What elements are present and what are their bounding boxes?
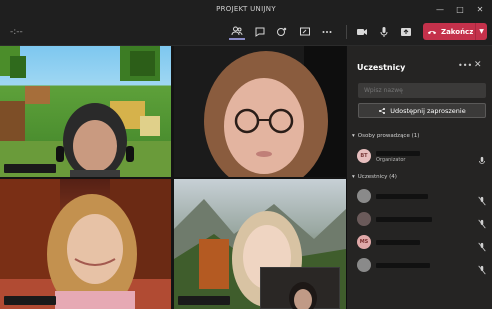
self-view-feed (289, 282, 317, 309)
video-tile-1[interactable] (0, 46, 171, 177)
minimize-icon[interactable]: — (430, 0, 450, 18)
share-tray-icon[interactable] (297, 24, 313, 40)
title-bar: PROJEKT UNIJNY — □ ✕ (0, 0, 492, 18)
participant-role: Organizator (376, 157, 406, 163)
participant-name-tag (4, 296, 56, 305)
people-icon[interactable] (229, 24, 245, 40)
hangup-icon (423, 27, 441, 37)
self-view-preview[interactable] (260, 267, 340, 309)
avatar: MS (357, 235, 371, 249)
panel-title: Uczestnicy (357, 63, 406, 72)
redacted-name (376, 194, 428, 199)
participant-row[interactable] (357, 258, 487, 275)
redacted-name (376, 240, 420, 245)
share-icon (379, 107, 386, 114)
participant-row[interactable] (357, 212, 487, 229)
attendees-section-label: Uczestnicy (4) (357, 174, 397, 180)
chevron-down-icon[interactable]: ▼ (475, 23, 487, 40)
camera-icon[interactable] (354, 24, 370, 40)
video-grid (0, 46, 346, 309)
video-feed-3 (0, 179, 171, 309)
redacted-name (376, 263, 430, 268)
share-invite-label: Udostępnij zaproszenie (390, 106, 466, 115)
organizers-section-label: Osoby prowadzące (1) (357, 133, 420, 139)
share-screen-icon[interactable] (398, 24, 414, 40)
close-window-icon[interactable]: ✕ (470, 0, 490, 18)
leave-button[interactable]: Zakończ ▼ (423, 23, 487, 40)
participant-name-tag (178, 296, 230, 305)
redacted-name (376, 151, 420, 156)
video-feed-1 (0, 46, 171, 177)
more-options-icon[interactable]: ••• (458, 61, 472, 70)
mic-muted-icon (477, 237, 487, 252)
avatar (357, 258, 371, 272)
redacted-name (376, 217, 432, 222)
attendees-section-header[interactable]: ▾ Uczestnicy (4) (352, 174, 397, 180)
mic-muted-icon (477, 191, 487, 206)
organizers-section-header[interactable]: ▾ Osoby prowadzące (1) (352, 133, 419, 139)
mic-muted-icon (477, 260, 487, 275)
mic-muted-icon (477, 214, 487, 229)
leave-label: Zakończ (441, 27, 474, 36)
mic-icon (477, 151, 487, 164)
participant-row[interactable]: BT Organizator (357, 149, 487, 165)
maximize-icon[interactable]: □ (450, 0, 470, 18)
participants-panel: Uczestnicy Udostępnij zaproszenie ▾ Osob… (347, 46, 492, 309)
avatar: BT (357, 149, 371, 163)
share-invite-button[interactable]: Udostępnij zaproszenie (358, 103, 486, 118)
more-icon[interactable] (319, 24, 335, 40)
participant-row[interactable] (357, 189, 487, 206)
video-tile-3[interactable] (0, 179, 171, 309)
meeting-timer: -:-- (10, 27, 23, 37)
reactions-icon[interactable] (274, 24, 290, 40)
search-input[interactable] (358, 83, 486, 98)
chat-icon[interactable] (252, 24, 268, 40)
participant-name-tag (4, 164, 56, 173)
avatar (357, 212, 371, 226)
meeting-toolbar: -:-- Zakończ ▼ (0, 18, 492, 46)
chevron-down-icon: ▾ (352, 133, 355, 139)
chevron-down-icon: ▾ (352, 174, 355, 180)
video-feed-2 (174, 46, 346, 177)
video-tile-2[interactable] (174, 46, 346, 177)
participant-row[interactable]: MS (357, 235, 487, 252)
window-title: PROJEKT UNIJNY (216, 5, 276, 13)
toolbar-divider (346, 25, 347, 39)
avatar (357, 189, 371, 203)
window-controls: — □ ✕ (430, 0, 490, 18)
mic-icon[interactable] (376, 24, 392, 40)
close-panel-icon[interactable]: ✕ (474, 60, 482, 70)
video-tile-4[interactable] (174, 179, 346, 309)
